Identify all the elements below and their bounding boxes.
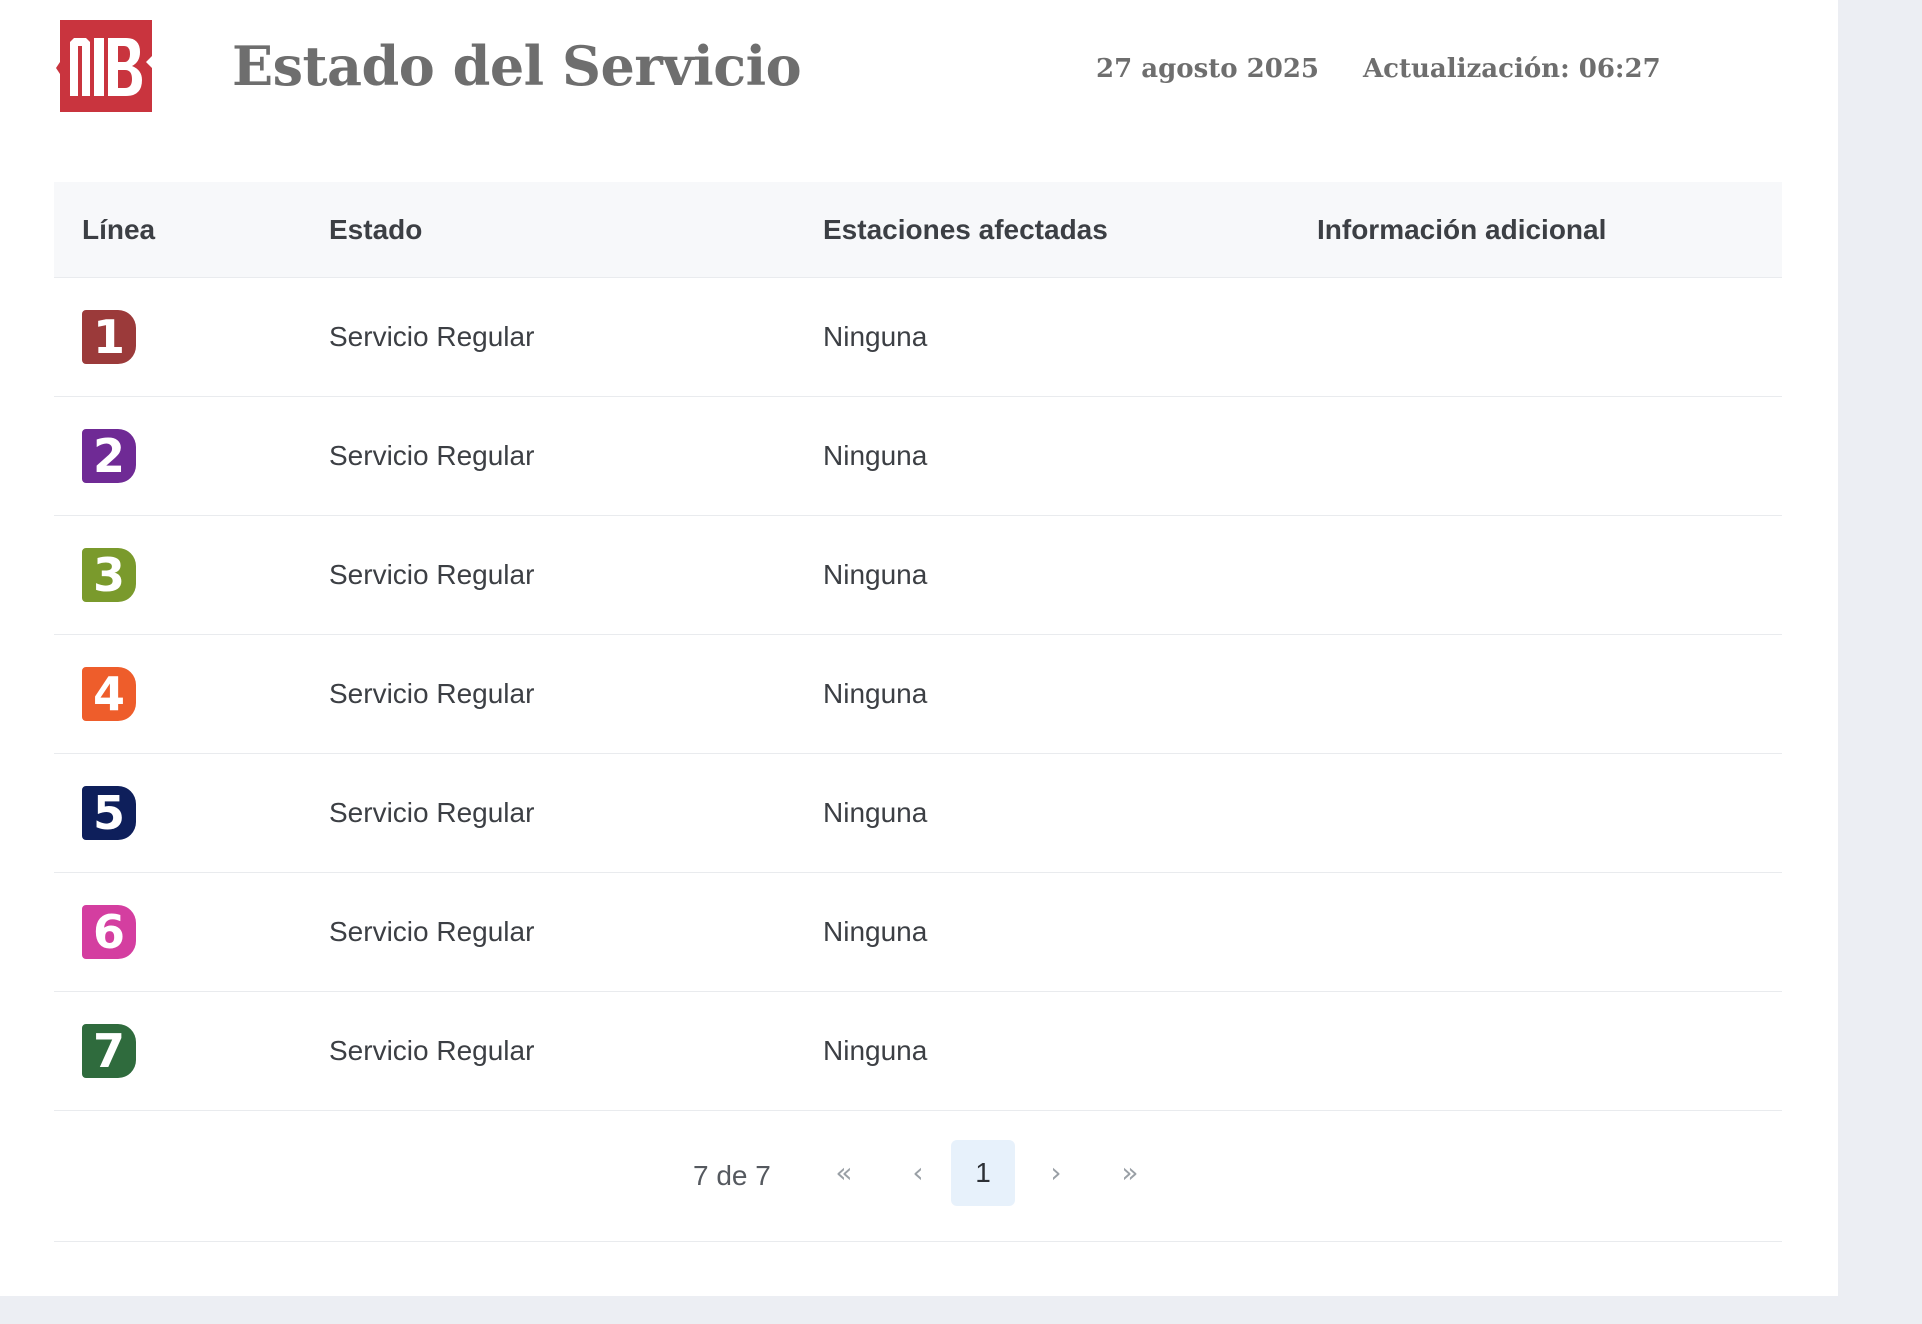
line-1-badge-icon: 1: [82, 310, 136, 364]
line-5-badge-icon: 5: [82, 786, 136, 840]
column-header-affected-stations: Estaciones afectadas: [823, 214, 1108, 245]
table-row: 3 Servicio Regular Ninguna: [54, 516, 1782, 635]
header-date: 27 agosto 2025: [1096, 54, 1320, 84]
pagination: 7 de 7 « ‹ 1 › »: [54, 1111, 1782, 1242]
table-row: 4 Servicio Regular Ninguna: [54, 635, 1782, 754]
metro-logo: [56, 16, 156, 116]
service-status-table: Línea Estado Estaciones afectadas Inform…: [54, 182, 1782, 1242]
status-cell: Servicio Regular: [329, 678, 535, 709]
affected-stations-cell: Ninguna: [823, 1035, 928, 1066]
column-header-status: Estado: [329, 214, 423, 245]
affected-stations-cell: Ninguna: [823, 559, 928, 590]
table-row: 5 Servicio Regular Ninguna: [54, 754, 1782, 873]
last-update-time: Actualización: 06:27: [1363, 54, 1661, 84]
last-page-button[interactable]: »: [1098, 1140, 1162, 1206]
affected-stations-cell: Ninguna: [823, 440, 928, 471]
double-chevron-right-icon: »: [1121, 1156, 1139, 1189]
page-count-label: 7 de 7: [693, 1160, 771, 1191]
status-cell: Servicio Regular: [329, 321, 535, 352]
table-row: 7 Servicio Regular Ninguna: [54, 992, 1782, 1111]
table-row: 6 Servicio Regular Ninguna: [54, 873, 1782, 992]
column-header-line: Línea: [82, 214, 156, 245]
status-cell: Servicio Regular: [329, 916, 535, 947]
next-page-button[interactable]: ›: [1024, 1140, 1088, 1206]
affected-stations-cell: Ninguna: [823, 797, 928, 828]
line-2-badge-icon: 2: [82, 429, 136, 483]
column-header-additional-info: Información adicional: [1317, 214, 1607, 245]
status-cell: Servicio Regular: [329, 1035, 535, 1066]
affected-stations-cell: Ninguna: [823, 916, 928, 947]
line-3-badge-icon: 3: [82, 548, 136, 602]
first-page-button[interactable]: «: [812, 1140, 876, 1206]
chevron-right-icon: ›: [1050, 1156, 1062, 1189]
table-header-row: Línea Estado Estaciones afectadas Inform…: [54, 182, 1782, 278]
previous-page-button[interactable]: ‹: [886, 1140, 950, 1206]
line-4-badge-icon: 4: [82, 667, 136, 721]
status-cell: Servicio Regular: [329, 440, 535, 471]
service-status-card: Estado del Servicio 27 agosto 2025 Actua…: [0, 0, 1838, 1296]
double-chevron-left-icon: «: [835, 1156, 853, 1189]
table-row: 2 Servicio Regular Ninguna: [54, 397, 1782, 516]
header: Estado del Servicio 27 agosto 2025 Actua…: [0, 0, 1838, 140]
line-6-badge-icon: 6: [82, 905, 136, 959]
affected-stations-cell: Ninguna: [823, 678, 928, 709]
metro-logo-icon: [56, 20, 152, 112]
affected-stations-cell: Ninguna: [823, 321, 928, 352]
status-cell: Servicio Regular: [329, 797, 535, 828]
page-1-button[interactable]: 1: [951, 1140, 1015, 1206]
status-cell: Servicio Regular: [329, 559, 535, 590]
chevron-left-icon: ‹: [912, 1156, 924, 1189]
page-title: Estado del Servicio: [232, 34, 802, 98]
line-7-badge-icon: 7: [82, 1024, 136, 1078]
table-row: 1 Servicio Regular Ninguna: [54, 278, 1782, 397]
